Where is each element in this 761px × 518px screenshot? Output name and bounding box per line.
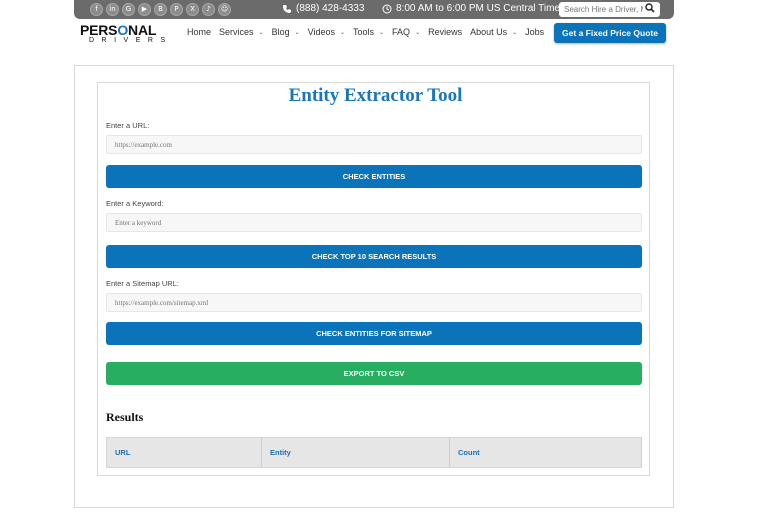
- nav-about-us[interactable]: About Us ⌄: [470, 27, 517, 37]
- nav-services[interactable]: Services ⌄: [219, 27, 264, 37]
- phone-contact[interactable]: (888) 428-4333: [282, 3, 364, 14]
- check-top10-button[interactable]: CHECK TOP 10 SEARCH RESULTS: [106, 245, 642, 268]
- blogger-icon[interactable]: B: [154, 3, 167, 16]
- business-hours: 8:00 AM to 6:00 PM US Central Time: [382, 3, 560, 14]
- results-heading: Results: [106, 410, 144, 424]
- nav-reviews[interactable]: Reviews: [428, 27, 462, 37]
- nav-label: Videos: [307, 27, 335, 37]
- page-title: Entity Extractor Tool: [0, 85, 761, 107]
- logo-text-end: NAL: [128, 22, 157, 38]
- results-table: URL Entity Count: [106, 437, 642, 468]
- google-icon[interactable]: G: [122, 3, 135, 16]
- chevron-down-icon: ⌄: [512, 29, 518, 36]
- linkedin-icon[interactable]: in: [106, 3, 119, 16]
- tiktok-icon[interactable]: ♪: [202, 3, 215, 16]
- main-nav: Home Services ⌄ Blog ⌄ Videos ⌄ Tools ⌄ FAQ ⌄…: [187, 27, 552, 37]
- nav-label: Blog: [271, 27, 290, 37]
- nav-label: FAQ: [392, 27, 411, 37]
- fixed-price-quote-button[interactable]: Get a Fixed Price Quote: [554, 23, 666, 43]
- export-csv-button[interactable]: EXPORT TO CSV: [106, 362, 642, 385]
- top-bar: f in G ▶ B P X ♪ ☺ (888) 428-4333 8:00 A…: [74, 0, 674, 19]
- chevron-down-icon: ⌄: [294, 29, 300, 36]
- check-sitemap-button[interactable]: CHECK ENTITIES FOR SITEMAP: [106, 322, 642, 345]
- hours-text: 8:00 AM to 6:00 PM US Central Time: [396, 3, 560, 14]
- sitemap-label: Enter a Sitemap URL:: [106, 279, 179, 288]
- chevron-down-icon: ⌄: [379, 29, 385, 36]
- nav-label: Jobs: [525, 27, 545, 37]
- nav-label: Services: [219, 27, 254, 37]
- social-links: f in G ▶ B P X ♪ ☺: [90, 3, 231, 16]
- nav-label: Tools: [353, 27, 375, 37]
- column-entity: Entity: [261, 437, 450, 468]
- url-input[interactable]: [106, 135, 642, 154]
- site-search: [559, 2, 660, 17]
- phone-icon: [283, 4, 291, 13]
- search-input[interactable]: [559, 3, 643, 16]
- logo-subtitle: DRIVERS: [89, 37, 173, 44]
- nav-jobs[interactable]: Jobs: [525, 27, 544, 37]
- chevron-down-icon: ⌄: [415, 29, 421, 36]
- nav-label: About Us: [470, 27, 508, 37]
- sitemap-input[interactable]: [106, 293, 642, 312]
- column-url: URL: [106, 437, 262, 468]
- nav-blog[interactable]: Blog ⌄: [272, 27, 300, 37]
- keyword-input[interactable]: [106, 213, 642, 232]
- page-title-text: Entity Extractor Tool: [288, 85, 463, 106]
- chevron-down-icon: ⌄: [258, 29, 264, 36]
- phone-number[interactable]: (888) 428-4333: [296, 3, 364, 14]
- logo-text-start: PERS: [80, 22, 118, 38]
- nav-faq[interactable]: FAQ ⌄: [392, 27, 420, 37]
- column-count: Count: [449, 437, 642, 468]
- nav-label: Home: [187, 27, 212, 37]
- nav-tools[interactable]: Tools ⌄: [353, 27, 384, 37]
- chevron-down-icon: ⌄: [339, 29, 345, 36]
- pinterest-icon[interactable]: P: [170, 3, 183, 16]
- url-label: Enter a URL:: [106, 121, 150, 130]
- nav-home[interactable]: Home: [187, 27, 211, 37]
- logo-wheel-icon: O: [117, 22, 129, 38]
- snapchat-icon[interactable]: ☺: [218, 3, 231, 16]
- clock-icon: [382, 4, 392, 13]
- nav-videos[interactable]: Videos ⌄: [308, 27, 345, 37]
- youtube-icon[interactable]: ▶: [138, 3, 151, 16]
- nav-label: Reviews: [428, 27, 463, 37]
- facebook-icon[interactable]: f: [90, 3, 103, 16]
- logo[interactable]: PERSONAL DRIVERS: [80, 22, 173, 47]
- x-icon[interactable]: X: [186, 3, 199, 16]
- search-icon[interactable]: [643, 3, 657, 16]
- check-entities-button[interactable]: CHECK ENTITIES: [106, 165, 642, 188]
- table-header-row: URL Entity Count: [106, 437, 642, 468]
- keyword-label: Enter a Keyword:: [106, 199, 164, 208]
